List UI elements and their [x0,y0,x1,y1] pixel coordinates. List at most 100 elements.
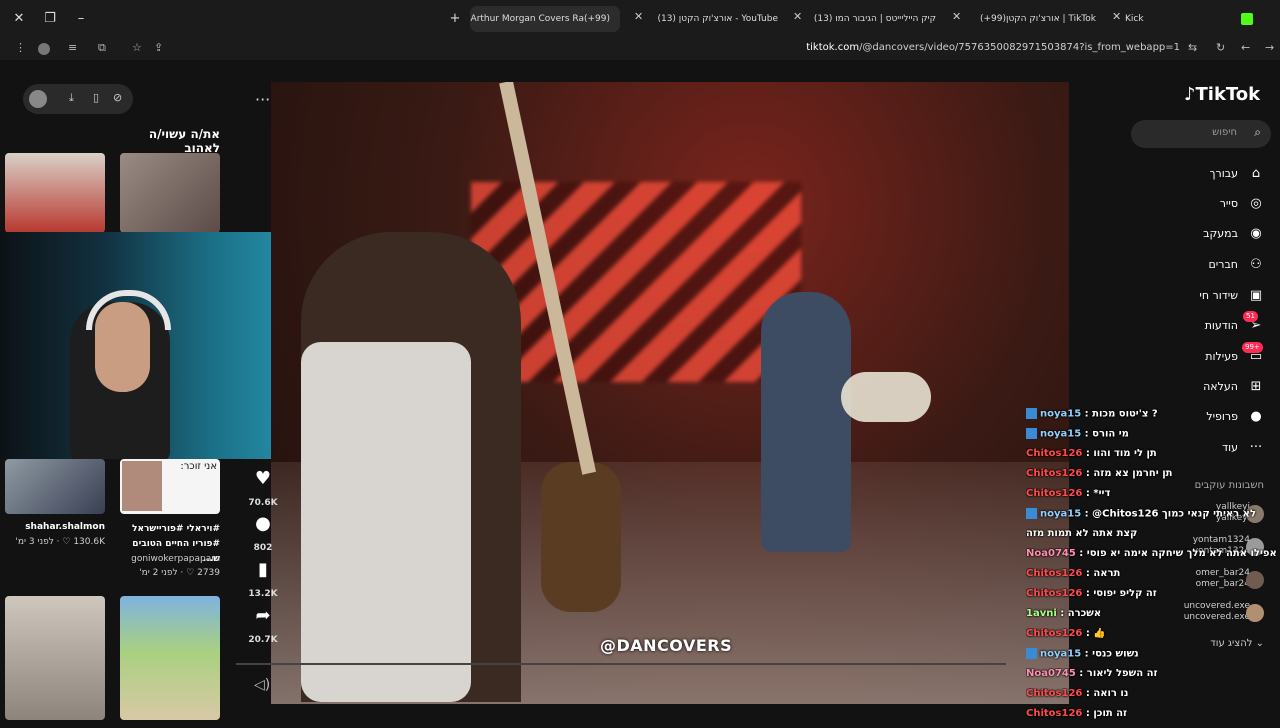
url-field[interactable]: tiktok.com/@dancovers/video/757635008297… [806,42,1180,53]
tab-close-icon[interactable]: ✕ [952,10,961,23]
nav-explore[interactable]: ◎ סייר [1220,192,1266,212]
search-placeholder: חיפוש [1212,127,1237,138]
chat-separator: : [1081,408,1093,420]
share-page-icon[interactable]: ⇪ [154,41,163,54]
back-icon[interactable]: ← [1241,41,1250,54]
restore-window-icon[interactable]: ❐ [40,9,60,29]
bookmark-star-icon[interactable]: ☆ [132,41,142,54]
chat-username: Chitos126 [1026,628,1083,639]
video-thumbnail[interactable] [120,153,220,233]
nav-upload[interactable]: ⊞ העלאה [1203,375,1266,395]
extensions-icon[interactable]: ≡ [68,41,77,54]
browser-titlebar: ✕ ❐ – + (99+)Arthur Morgan Covers Ra ✕ Y… [0,0,1280,38]
share-count: 20.7K [248,635,278,645]
chat-message: noya15 : נשוש כנסי [1026,648,1280,668]
video-author[interactable]: goniwokerpapapam [120,554,220,564]
address-bar: ⋮ ≡ ⧉ ☆ ⇪ tiktok.com/@dancovers/video/75… [0,38,1280,60]
url-host: tiktok.com [806,42,860,53]
share-action[interactable]: ➦ 20.7K [246,605,280,646]
nav-label: שידור חי [1199,289,1238,302]
video-thumbnail[interactable] [5,596,105,720]
video-thumbnail[interactable] [5,153,105,233]
tab-close-icon[interactable]: ✕ [793,10,802,23]
chat-message: Chitos126 : תן לי מוד והוו [1026,448,1280,468]
tiktok-logo[interactable]: ♪TikTok [1184,84,1260,105]
tab-2[interactable]: YouTube - אורצ'וק הקטן (13) [648,6,788,32]
close-window-icon[interactable]: ✕ [9,9,29,29]
video-progress-bar[interactable] [236,663,1006,665]
chat-text: קצת אתה לא תמות מזה [1026,528,1138,539]
chat-username: Chitos126 [1026,688,1083,699]
link-icon[interactable]: ⊘ [113,91,122,104]
minimize-window-icon[interactable]: – [71,9,91,29]
author-avatar[interactable] [29,90,47,108]
menu-icon[interactable]: ⋮ [15,41,26,54]
chat-message: Chitos126 : 👍 [1026,628,1280,648]
phone-icon[interactable]: ▯ [93,91,99,104]
video-thumbnail[interactable]: אני זוכר: [120,459,220,514]
download-icon[interactable]: ⤓ [69,91,74,105]
chat-message: Noa0745 : זה השפל ליאור [1026,668,1280,688]
chat-message: noya15 : @Chitos126 לא ראיתי קנאי כמוך [1026,508,1280,528]
site-settings-icon[interactable]: ⇆ [1188,41,1197,54]
nav-following[interactable]: ◉ במעקב [1203,222,1266,242]
search-icon: ⌕ [1254,125,1261,139]
nav-live[interactable]: ▣ שידור חי [1199,284,1266,304]
chat-text: זה קליפ יפוסי [1093,588,1157,599]
tiktok-note-icon: ♪ [1184,84,1196,105]
guitar-body [541,462,621,612]
chat-username: Chitos126 [1026,448,1083,459]
puzzle-icon[interactable]: ⧉ [98,41,106,55]
new-tab-icon[interactable]: + [445,9,465,29]
chat-text: מי הורס [1092,428,1129,440]
nav-label: חברים [1208,258,1238,271]
live-icon: ▣ [1249,288,1263,303]
reload-icon[interactable]: ↻ [1216,41,1225,54]
tab-4[interactable]: TikTok | אורצ'וק הקטן(99+) [966,6,1106,32]
tab-3[interactable]: קיק הייליייטס | הגיבור המו (13) [806,6,946,32]
chat-text: @Chitos126 לא ראיתי קנאי כמוך [1092,508,1257,520]
chat-text: זה השפל ליאור [1086,668,1158,679]
chat-separator: : [1082,708,1094,719]
search-input[interactable]: חיפוש ⌕ [1131,120,1271,148]
forward-icon[interactable]: → [1265,41,1274,54]
chat-message: Chitos126 : זה קליפ יפוסי [1026,588,1280,608]
tab-close-icon[interactable]: ✕ [634,10,643,23]
chat-text: תן יחרמן צא מזה [1093,468,1173,479]
tab-1[interactable]: (99+)Arthur Morgan Covers Ra [470,6,620,32]
stream-chat-overlay: noya15 : צ'יטוס מכות ? noya15 : מי הורס Ch… [1026,408,1280,728]
video-thumbnail[interactable] [5,459,105,514]
more-options-icon[interactable]: ··· [255,90,270,109]
tab-5[interactable]: Kick [1115,6,1175,32]
bookmark-count: 13.2K [248,589,278,599]
chat-message: noya15 : מי הורס [1026,428,1280,448]
video-stats: 2739 ♡ · לפני 2 ימ' [139,568,220,578]
chat-username: Noa0745 [1026,668,1076,679]
chat-message: Chitos126 : נו רואה [1026,688,1280,708]
headphones [86,290,171,330]
chat-separator: : [1075,668,1087,679]
chat-text: 👍 [1093,628,1106,639]
profile-avatar-icon[interactable] [38,43,50,55]
comment-action[interactable]: ● 802 [246,513,280,554]
video-player[interactable] [271,82,1069,704]
chat-text: תראה [1093,568,1121,579]
nav-friends[interactable]: ⚇ חברים [1208,253,1266,273]
like-action[interactable]: ♥ 70.6K [246,468,280,509]
chat-message: 1avni : אשכרה [1026,608,1280,628]
volume-icon[interactable]: ◁) [254,677,270,693]
chat-message: קצת אתה לא תמות מזה [1026,528,1280,548]
chat-text: תן לי מוד והוו [1093,448,1157,459]
chat-username: Chitos126 [1026,708,1083,719]
kick-icon [1241,13,1253,25]
chat-username: noya15 [1040,428,1082,440]
video-author[interactable]: shahar.shalmon [5,522,105,532]
video-thumbnail[interactable] [120,596,220,720]
bookmark-action[interactable]: ▮ 13.2K [246,559,280,600]
home-icon: ⌂ [1251,166,1261,181]
chat-message: Chitos126 : *דיי [1026,488,1280,508]
nav-for-you[interactable]: ⌂ עבורך [1210,162,1266,182]
nav-label: הודעות [1204,319,1238,332]
chat-message: Chitos126 : תן יחרמן צא מזה [1026,468,1280,488]
chat-separator: : [1082,568,1094,579]
